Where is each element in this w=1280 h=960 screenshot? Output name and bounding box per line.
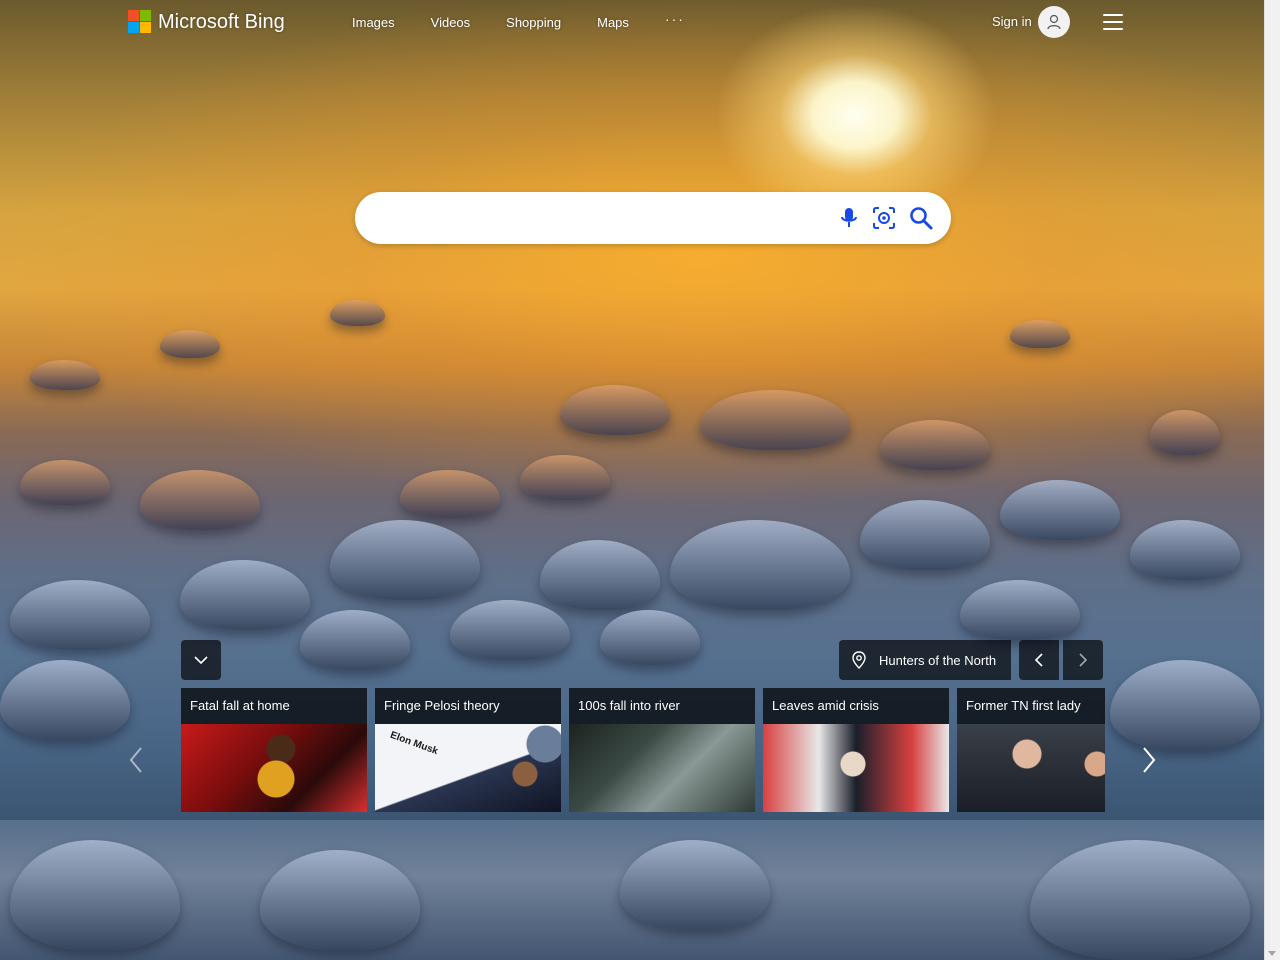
previous-image-button[interactable]	[1019, 640, 1059, 680]
top-nav: Images Videos Shopping Maps ···	[352, 11, 721, 30]
news-thumbnail	[181, 724, 367, 812]
location-label: Hunters of the North	[879, 652, 997, 668]
nav-maps[interactable]: Maps	[597, 15, 629, 30]
news-card[interactable]: Fringe Pelosi theory Elon Musk	[375, 688, 561, 812]
nav-images[interactable]: Images	[352, 15, 395, 30]
news-card[interactable]: Former TN first lady	[957, 688, 1105, 812]
news-prev-button[interactable]	[126, 745, 146, 775]
background-image	[0, 0, 1265, 960]
news-title: Leaves amid crisis	[772, 698, 879, 713]
location-pin-icon	[851, 651, 867, 669]
nav-shopping[interactable]: Shopping	[506, 15, 561, 30]
news-card[interactable]: Fatal fall at home	[181, 688, 367, 812]
sign-in-link[interactable]: Sign in	[992, 14, 1032, 29]
news-card[interactable]: 100s fall into river	[569, 688, 755, 812]
news-carousel: Fatal fall at home Fringe Pelosi theory …	[181, 688, 1105, 812]
microphone-icon[interactable]	[836, 205, 862, 231]
microsoft-logo-icon	[128, 10, 152, 34]
user-icon[interactable]	[1038, 6, 1070, 38]
search-input[interactable]	[375, 204, 829, 234]
chevron-down-icon	[194, 656, 208, 665]
news-next-button[interactable]	[1139, 745, 1159, 775]
next-image-button[interactable]	[1063, 640, 1103, 680]
search-box	[355, 192, 951, 244]
nav-videos[interactable]: Videos	[431, 15, 471, 30]
hamburger-icon[interactable]	[1103, 14, 1123, 30]
chevron-left-icon	[129, 747, 142, 773]
chevron-right-icon	[1079, 653, 1088, 667]
news-card[interactable]: Leaves amid crisis	[763, 688, 949, 812]
news-title: Fatal fall at home	[190, 698, 290, 713]
chevron-left-icon	[1034, 653, 1043, 667]
page-scrollbar[interactable]	[1264, 0, 1280, 960]
news-thumbnail	[957, 724, 1105, 812]
news-thumbnail	[569, 724, 755, 812]
collapse-news-button[interactable]	[181, 640, 221, 680]
news-thumbnail	[763, 724, 949, 812]
news-thumbnail: Elon Musk	[375, 724, 561, 812]
news-image-text: Elon Musk	[388, 729, 440, 758]
news-title: Former TN first lady	[966, 698, 1081, 713]
header: Microsoft Bing Images Videos Shopping Ma…	[0, 0, 1265, 46]
scroll-down-icon[interactable]	[1268, 951, 1276, 956]
chevron-right-icon	[1143, 747, 1156, 773]
visual-search-icon[interactable]	[871, 205, 897, 231]
news-title: Fringe Pelosi theory	[384, 698, 500, 713]
news-title: 100s fall into river	[578, 698, 680, 713]
bing-logo[interactable]: Microsoft Bing	[128, 10, 285, 34]
logo-text: Microsoft Bing	[158, 10, 285, 33]
search-icon[interactable]	[908, 205, 934, 231]
nav-more-button[interactable]: ···	[665, 11, 685, 30]
image-location-button[interactable]: Hunters of the North	[839, 640, 1011, 680]
